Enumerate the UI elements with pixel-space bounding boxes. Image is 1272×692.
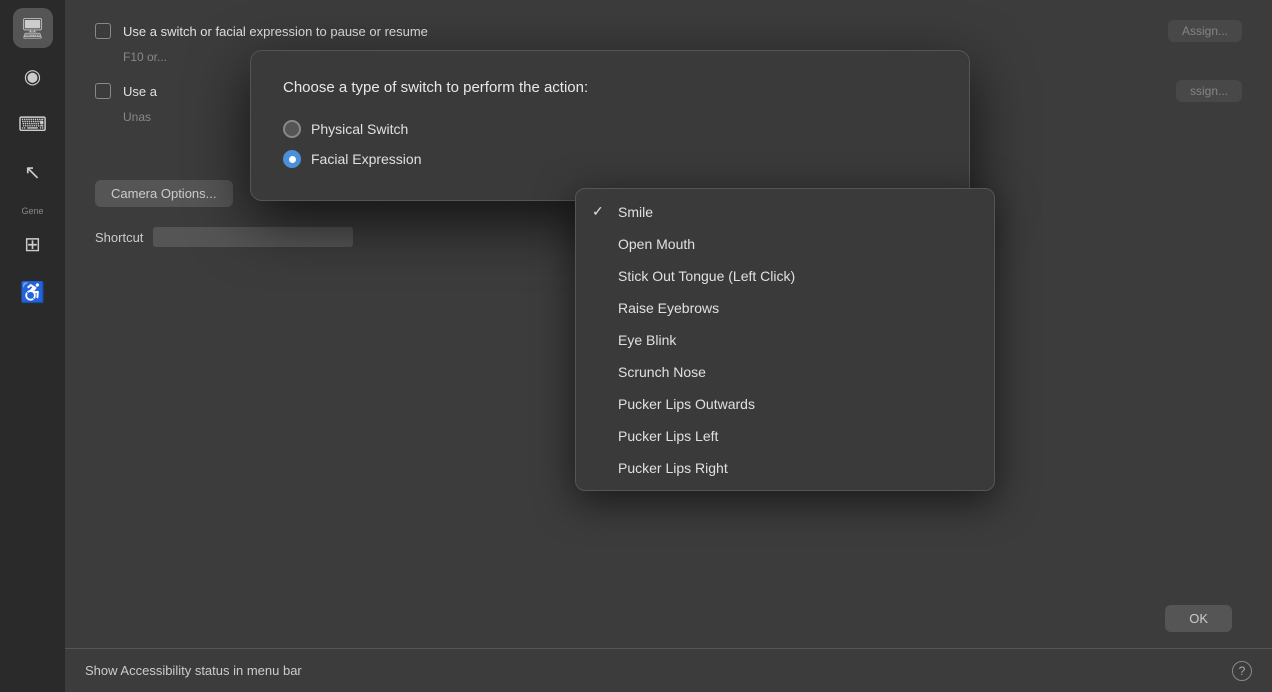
dropdown-item-pucker-left[interactable]: Pucker Lips Left — [576, 420, 994, 452]
modal-title: Choose a type of switch to perform the a… — [283, 79, 937, 96]
sidebar-icon-cursor[interactable]: ↖ — [13, 152, 53, 192]
pause-resume-checkbox[interactable] — [95, 23, 111, 39]
camera-options-btn[interactable]: Camera Options... — [95, 180, 233, 207]
dropdown-item-open-mouth[interactable]: Open Mouth — [576, 228, 994, 260]
shortcut-label: Shortcut — [95, 230, 143, 245]
checkmark-smile: ✓ — [592, 203, 608, 220]
radio-physical-label: Physical Switch — [311, 121, 408, 137]
item-text-pucker-right: Pucker Lips Right — [618, 460, 978, 476]
item-text-open-mouth: Open Mouth — [618, 236, 978, 252]
sidebar-icon-monitor[interactable]: 🖥 — [13, 8, 53, 48]
radio-facial-btn[interactable] — [283, 150, 301, 168]
dropdown-item-pucker-outwards[interactable]: Pucker Lips Outwards — [576, 388, 994, 420]
help-button[interactable]: ? — [1232, 661, 1252, 681]
radio-group: Physical Switch Facial Expression — [283, 120, 937, 168]
accessibility-status-label: Show Accessibility status in menu bar — [85, 663, 302, 678]
shortcut-bar[interactable] — [153, 227, 353, 247]
bottom-bar: Show Accessibility status in menu bar ? — [65, 648, 1272, 692]
ok-button[interactable]: OK — [1165, 605, 1232, 632]
radio-physical-btn[interactable] — [283, 120, 301, 138]
assign-btn-2[interactable]: ssign... — [1176, 80, 1242, 102]
sidebar-label-gene: Gene — [21, 206, 43, 216]
item-text-raise-eyebrows: Raise Eyebrows — [618, 300, 978, 316]
radio-facial-label: Facial Expression — [311, 151, 422, 167]
dropdown-item-raise-eyebrows[interactable]: Raise Eyebrows — [576, 292, 994, 324]
item-text-tongue: Stick Out Tongue (Left Click) — [618, 268, 978, 284]
item-text-smile: Smile — [618, 204, 978, 220]
radio-facial-inner — [289, 156, 296, 163]
radio-facial[interactable]: Facial Expression — [283, 150, 937, 168]
dropdown-item-pucker-right[interactable]: Pucker Lips Right — [576, 452, 994, 484]
dropdown-item-scrunch-nose[interactable]: Scrunch Nose — [576, 356, 994, 388]
sidebar-icon-apps[interactable]: ⊞ — [13, 224, 53, 264]
dropdown-menu: ✓ Smile Open Mouth Stick Out Tongue (Lef… — [575, 188, 995, 491]
sidebar-icon-keyboard[interactable]: ⌨ — [13, 104, 53, 144]
sidebar-icon-face[interactable]: ◉ — [13, 56, 53, 96]
item-text-eye-blink: Eye Blink — [618, 332, 978, 348]
modal-dialog: Choose a type of switch to perform the a… — [250, 50, 970, 201]
dropdown-item-eye-blink[interactable]: Eye Blink — [576, 324, 994, 356]
radio-physical[interactable]: Physical Switch — [283, 120, 937, 138]
sidebar: 🖥 ◉ ⌨ ↖ Gene ⊞ ♿ — [0, 0, 65, 692]
use-checkbox-2[interactable] — [95, 83, 111, 99]
item-text-pucker-left: Pucker Lips Left — [618, 428, 978, 444]
item-text-pucker-outwards: Pucker Lips Outwards — [618, 396, 978, 412]
pause-resume-label: Use a switch or facial expression to pau… — [123, 24, 1156, 39]
dropdown-item-tongue[interactable]: Stick Out Tongue (Left Click) — [576, 260, 994, 292]
assign-btn-1[interactable]: Assign... — [1168, 20, 1242, 42]
sidebar-icon-accessibility[interactable]: ♿ — [13, 272, 53, 312]
setting-row-1: Use a switch or facial expression to pau… — [95, 20, 1242, 42]
item-text-scrunch-nose: Scrunch Nose — [618, 364, 978, 380]
dropdown-item-smile[interactable]: ✓ Smile — [576, 195, 994, 228]
